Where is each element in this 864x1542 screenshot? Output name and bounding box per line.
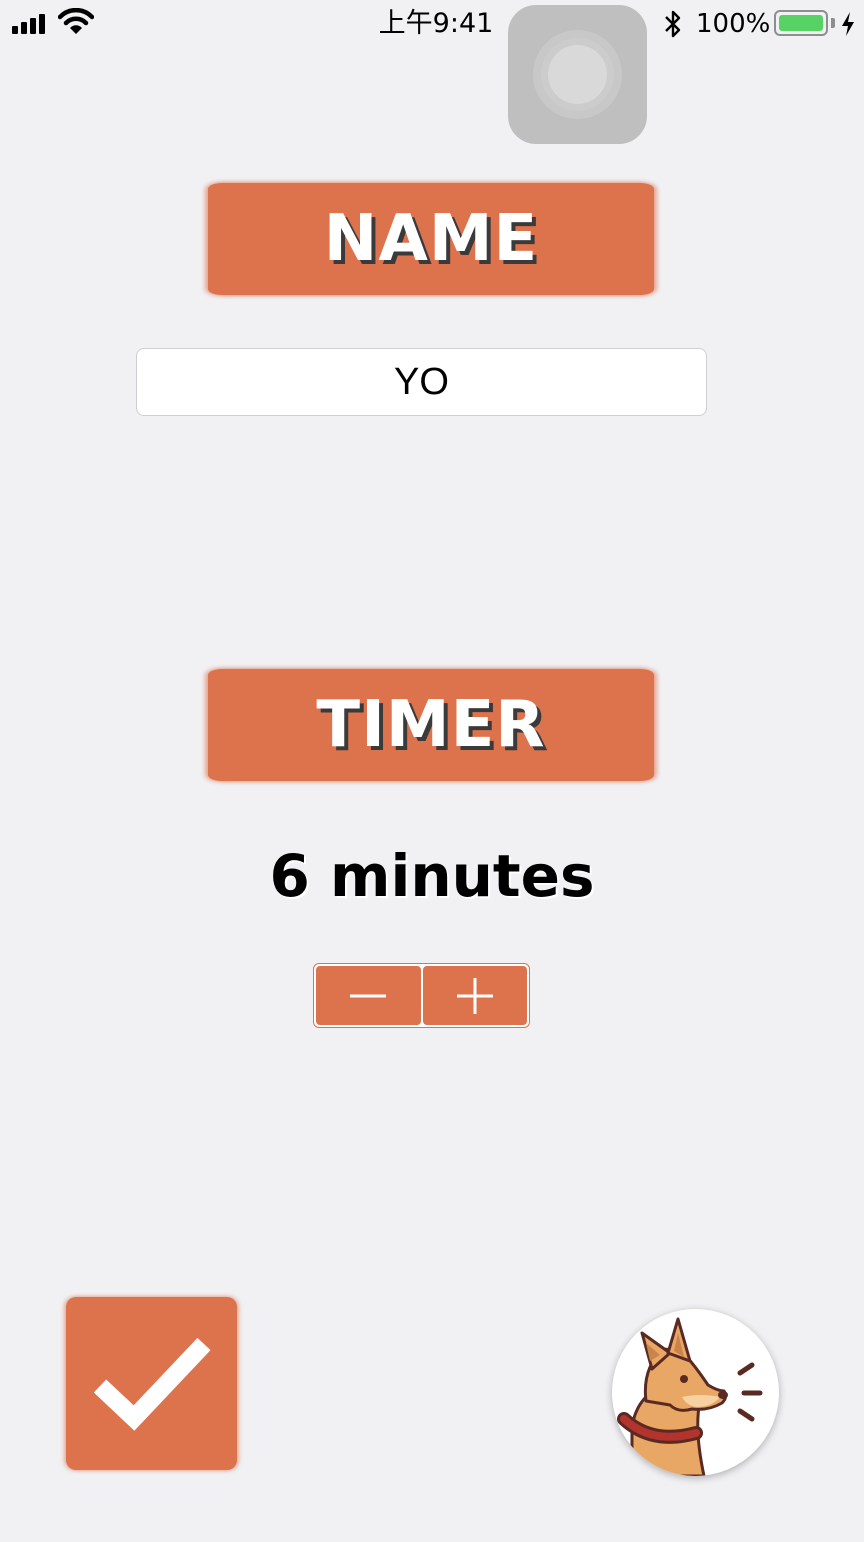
dog-bark-button[interactable] [612,1309,779,1476]
status-bar: 上午9:41 100% [0,0,864,48]
timer-header: TIMER [316,688,546,762]
assistive-touch-icon [548,45,607,104]
battery-icon [774,10,828,36]
status-time: 上午9:41 [378,8,494,39]
minus-icon [350,994,387,997]
increment-button[interactable] [422,966,527,1025]
battery-level-fill [779,15,823,31]
battery-percent: 100% [696,9,771,39]
timer-stepper [313,963,530,1028]
name-header-banner: NAME [208,183,654,295]
confirm-button[interactable] [66,1297,237,1470]
wifi-icon [58,8,94,34]
battery-cap [831,18,835,28]
checkmark-icon [93,1337,211,1431]
timer-minutes-label: 6 minutes [269,842,595,910]
charging-bolt-icon [842,12,854,36]
name-header: NAME [323,202,539,276]
decrement-button[interactable] [316,966,421,1025]
plus-icon [456,977,493,1014]
assistive-touch-button[interactable] [508,5,647,144]
barking-dog-icon [617,1317,763,1476]
bluetooth-icon [665,10,681,38]
timer-header-banner: TIMER [208,669,654,781]
name-input[interactable] [136,348,707,416]
cellular-signal-icon [12,14,52,34]
